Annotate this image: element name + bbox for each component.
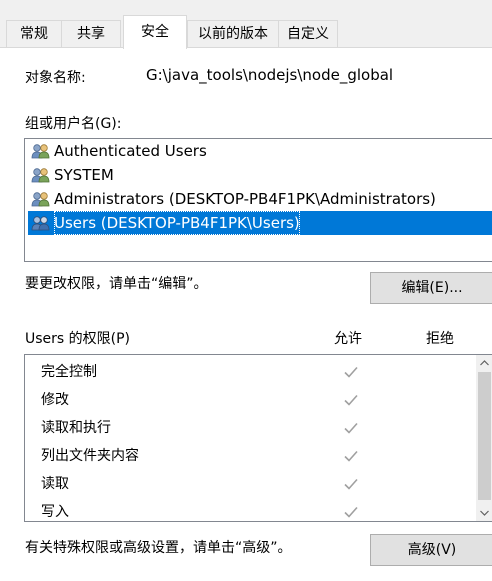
scroll-up-arrow-icon[interactable] xyxy=(476,355,492,372)
scroll-thumb[interactable] xyxy=(478,372,491,500)
group-item-system[interactable]: SYSTEM xyxy=(28,163,492,187)
group-item-label: SYSTEM xyxy=(54,166,114,184)
tab-bar: 常规 共享 安全 以前的版本 自定义 xyxy=(0,0,492,49)
allow-column-header: 允许 xyxy=(334,331,362,347)
group-item-label: Authenticated Users xyxy=(54,142,207,160)
permission-row: 列出文件夹内容 xyxy=(25,442,475,470)
group-item-users[interactable]: Users (DESKTOP-PB4F1PK\Users) xyxy=(28,211,492,235)
deny-column-header: 拒绝 xyxy=(426,331,454,347)
advanced-hint: 有关特殊权限或高级设置，请单击“高级”。 xyxy=(25,540,292,556)
permission-name: 写入 xyxy=(41,504,69,520)
check-icon xyxy=(344,478,358,490)
permission-name: 读取 xyxy=(41,476,69,492)
check-icon xyxy=(344,366,358,378)
edit-button[interactable]: 编辑(E)... xyxy=(370,272,492,304)
group-item-authenticated-users[interactable]: Authenticated Users xyxy=(28,139,492,163)
check-icon xyxy=(344,506,358,518)
permission-name: 列出文件夹内容 xyxy=(41,448,139,464)
permission-name: 读取和执行 xyxy=(41,420,111,436)
permissions-scrollbar[interactable] xyxy=(476,355,492,521)
scroll-down-arrow-icon[interactable] xyxy=(476,504,492,521)
permission-name: 完全控制 xyxy=(41,364,97,380)
advanced-button[interactable]: 高级(V) xyxy=(370,534,492,566)
edit-hint: 要更改权限，请单击“编辑”。 xyxy=(25,276,208,292)
object-name-value: G:\java_tools\nodejs\node_global xyxy=(146,66,394,84)
permission-row: 读取 xyxy=(25,470,475,498)
users-group-icon xyxy=(31,216,50,231)
check-icon xyxy=(344,422,358,434)
group-item-label: Administrators (DESKTOP-PB4F1PK\Administ… xyxy=(54,190,436,208)
tab-customize[interactable]: 自定义 xyxy=(278,20,338,47)
groups-label: 组或用户名(G): xyxy=(25,116,122,132)
tab-previous-versions[interactable]: 以前的版本 xyxy=(187,20,279,47)
tab-sharing[interactable]: 共享 xyxy=(61,20,121,47)
tab-general[interactable]: 常规 xyxy=(6,20,62,47)
check-icon xyxy=(344,394,358,406)
permission-row: 写入 xyxy=(25,498,475,521)
check-icon xyxy=(344,450,358,462)
object-name-label: 对象名称: xyxy=(25,70,86,86)
permission-row: 修改 xyxy=(25,386,475,414)
permission-row: 完全控制 xyxy=(25,358,475,386)
permission-name: 修改 xyxy=(41,392,69,408)
group-item-administrators[interactable]: Administrators (DESKTOP-PB4F1PK\Administ… xyxy=(28,187,492,211)
users-group-icon xyxy=(31,168,50,183)
permissions-label: Users 的权限(P) xyxy=(25,331,131,347)
users-group-icon xyxy=(31,192,50,207)
groups-list[interactable]: Authenticated Users SYSTEM Administrator… xyxy=(24,138,492,262)
tab-security[interactable]: 安全 xyxy=(123,15,187,49)
permissions-list: 完全控制 修改 读取和执行 列出文件夹内容 读取 写入 xyxy=(24,354,492,522)
users-group-icon xyxy=(31,144,50,159)
permission-row: 读取和执行 xyxy=(25,414,475,442)
group-item-label: Users (DESKTOP-PB4F1PK\Users) xyxy=(54,211,300,235)
